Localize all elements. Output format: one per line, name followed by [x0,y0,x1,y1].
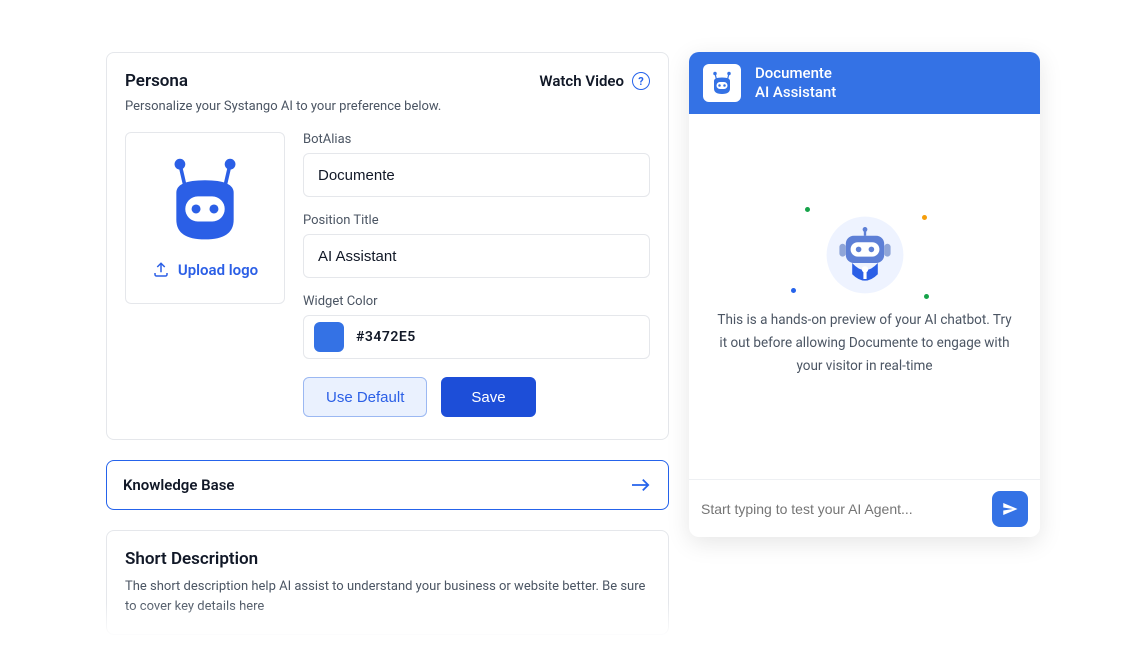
widget-color-input[interactable]: #3472E5 [303,315,650,359]
chatbot-preview: Documente AI Assistant [689,52,1040,537]
preview-bot-avatar [825,215,905,295]
persona-title: Persona [125,71,188,91]
bot-alias-label: BotAlias [303,132,650,147]
widget-color-value: #3472E5 [356,329,416,345]
position-title-input[interactable] [303,234,650,278]
bot-logo-icon [160,157,250,243]
knowledge-base-row[interactable]: Knowledge Base [106,460,669,510]
send-button[interactable] [992,491,1028,527]
upload-logo-button[interactable]: Upload logo [152,261,258,279]
short-description-title: Short Description [125,549,650,569]
knowledge-base-title: Knowledge Base [123,476,234,494]
preview-chat-input[interactable] [701,501,982,517]
preview-header: Documente AI Assistant [689,52,1040,114]
watch-video-link[interactable]: Watch Video ? [539,72,650,90]
short-description-card: Short Description The short description … [106,530,669,635]
widget-color-label: Widget Color [303,294,650,309]
bot-alias-input[interactable] [303,153,650,197]
upload-logo-label: Upload logo [178,261,258,279]
watch-video-label: Watch Video [539,72,624,90]
preview-bot-subtitle: AI Assistant [755,83,836,102]
use-default-button[interactable]: Use Default [303,377,427,417]
send-icon [1001,500,1019,518]
logo-upload-box[interactable]: Upload logo [125,132,285,304]
short-description-subtitle: The short description help AI assist to … [125,577,650,616]
preview-body-text: This is a hands-on preview of your AI ch… [717,309,1012,378]
persona-subtitle: Personalize your Systango AI to your pre… [125,99,650,114]
help-icon: ? [632,72,650,90]
preview-logo-icon [703,64,741,102]
persona-card: Persona Watch Video ? Personalize your S… [106,52,669,440]
color-swatch-icon [314,322,344,352]
upload-icon [152,261,170,279]
preview-bot-name: Documente [755,64,836,83]
save-button[interactable]: Save [441,377,535,417]
position-title-label: Position Title [303,213,650,228]
arrow-right-icon [630,476,652,494]
